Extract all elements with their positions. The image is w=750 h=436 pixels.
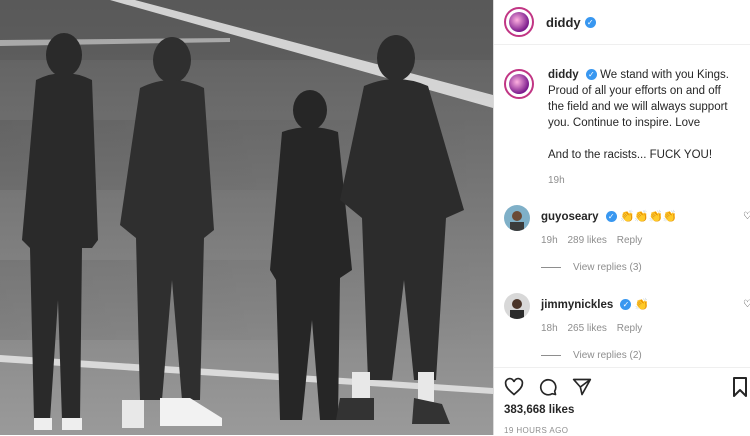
verified-badge-icon: ✓ [585, 69, 597, 81]
verified-badge-icon: ✓ [605, 211, 617, 223]
caption-time[interactable]: 19h [548, 173, 738, 189]
comment-likes[interactable]: 289 likes [567, 235, 606, 246]
bookmark-icon[interactable] [733, 377, 747, 397]
view-replies-label: View replies (2) [573, 350, 642, 361]
caption-username[interactable]: diddy [548, 69, 579, 81]
verified-badge-icon: ✓ [620, 299, 632, 311]
comment-like-heart-icon[interactable]: ♡ [743, 211, 750, 222]
comment-avatar[interactable] [504, 293, 530, 319]
post-caption: diddy ✓ We stand with you Kings. Proud o… [494, 45, 750, 189]
likes-count[interactable]: 383,668 likes [504, 404, 574, 416]
comment-username[interactable]: jimmynickles [541, 299, 613, 311]
view-replies-button[interactable]: View replies (3) [541, 262, 642, 273]
view-replies-button[interactable]: View replies (2) [541, 350, 642, 361]
post-actions: 383,668 likes 19 HOURS AGO [494, 367, 750, 436]
comment-likes[interactable]: 265 likes [567, 323, 606, 334]
author-avatar[interactable] [504, 7, 534, 37]
caption-text-2: And to the racists... FUCK YOU! [548, 149, 713, 161]
post-photo[interactable] [0, 0, 493, 435]
author-username[interactable]: diddy [546, 15, 581, 30]
caption-avatar[interactable] [504, 69, 534, 99]
comment-icon[interactable] [538, 377, 558, 397]
reply-button[interactable]: Reply [617, 235, 643, 246]
post-timestamp[interactable]: 19 HOURS AGO [504, 426, 568, 435]
verified-badge-icon: ✓ [584, 16, 596, 28]
post-image-players [0, 0, 493, 435]
comment-text: 👏👏👏👏 [619, 211, 678, 223]
comment-like-heart-icon[interactable]: ♡ [743, 299, 750, 310]
comment-text: 👏 [634, 299, 649, 311]
comment-time[interactable]: 18h [541, 323, 558, 334]
post-header: diddy ✓ [494, 0, 750, 45]
post-sidebar: diddy ✓ diddy ✓ We stand with you Kings.… [493, 0, 750, 435]
view-replies-label: View replies (3) [573, 262, 642, 273]
comment-avatar[interactable] [504, 205, 530, 231]
comment-time[interactable]: 19h [541, 235, 558, 246]
reply-button[interactable]: Reply [617, 323, 643, 334]
instagram-post: diddy ✓ diddy ✓ We stand with you Kings.… [0, 0, 750, 435]
share-icon[interactable] [572, 377, 592, 397]
comment-username[interactable]: guyoseary [541, 211, 599, 223]
heart-icon[interactable] [504, 377, 524, 397]
